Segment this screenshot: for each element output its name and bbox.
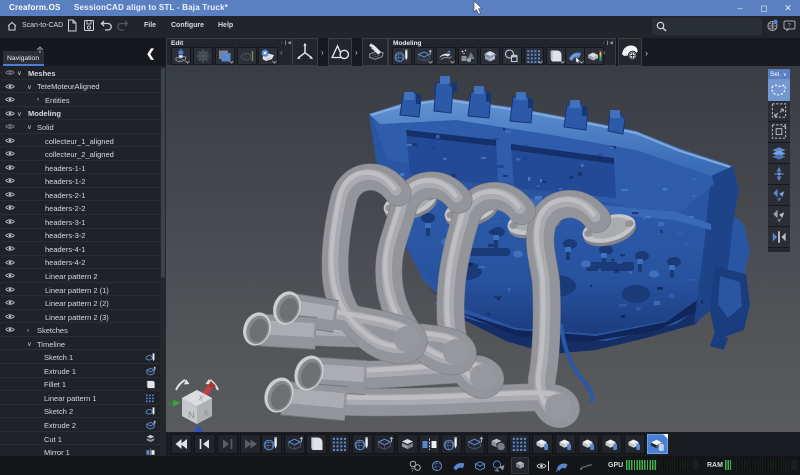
svg-text:N: N: [188, 410, 195, 421]
svg-text:?: ?: [411, 468, 414, 473]
